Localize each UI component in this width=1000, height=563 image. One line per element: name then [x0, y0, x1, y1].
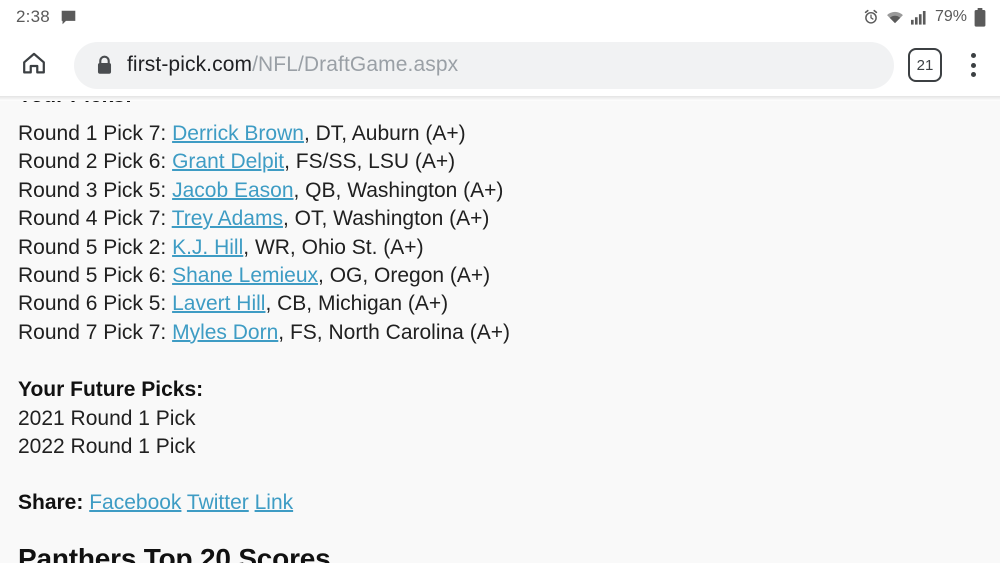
status-bar-right: 79%: [863, 7, 986, 27]
pick-suffix: , QB, Washington (A+): [293, 178, 504, 202]
share-row: Share: Facebook Twitter Link: [18, 489, 1000, 517]
share-facebook-link[interactable]: Facebook: [89, 491, 181, 514]
cellular-signal-icon: [910, 10, 928, 25]
share-label: Share:: [18, 491, 84, 515]
player-link[interactable]: Grant Delpit: [172, 150, 284, 173]
tab-switcher-button[interactable]: 21: [908, 48, 942, 82]
home-button[interactable]: [8, 39, 60, 91]
wifi-icon: [886, 10, 904, 25]
player-link[interactable]: Derrick Brown: [172, 122, 304, 145]
pick-row: Round 3 Pick 5: Jacob Eason, QB, Washing…: [18, 177, 1000, 205]
pick-prefix: Round 7 Pick 7:: [18, 320, 173, 344]
pick-row: Round 7 Pick 7: Myles Dorn, FS, North Ca…: [18, 319, 1000, 347]
lock-icon: [96, 55, 113, 75]
alarm-icon: [863, 9, 879, 25]
battery-percent: 79%: [934, 8, 967, 25]
pick-row: Round 4 Pick 7: Trey Adams, OT, Washingt…: [18, 205, 1000, 233]
picks-list: Round 1 Pick 7: Derrick Brown, DT, Aubur…: [18, 101, 1000, 347]
overflow-menu-icon: [970, 53, 976, 58]
pick-suffix: , FS, North Carolina (A+): [278, 320, 510, 344]
url-bar[interactable]: first-pick.com/NFL/DraftGame.aspx: [74, 41, 894, 89]
pick-row: Round 1 Pick 7: Derrick Brown, DT, Aubur…: [18, 120, 1000, 148]
pick-suffix: , WR, Ohio St. (A+): [243, 235, 424, 259]
overflow-menu-icon-dot3: [970, 72, 976, 77]
future-pick-row: 2021 Round 1 Pick: [18, 406, 196, 430]
message-icon: [60, 9, 77, 26]
pick-row: Round 5 Pick 6: Shane Lemieux, OG, Orego…: [18, 262, 1000, 290]
player-link[interactable]: Jacob Eason: [172, 179, 293, 202]
player-link[interactable]: Trey Adams: [172, 207, 283, 230]
future-pick-row: 2022 Round 1 Pick: [18, 435, 196, 459]
battery-icon: [974, 7, 986, 27]
pick-prefix: Round 5 Pick 6:: [18, 264, 173, 288]
status-bar-left: 2:38: [16, 7, 77, 27]
pick-prefix: Round 3 Pick 5:: [18, 178, 173, 202]
overflow-menu-icon-dot2: [970, 62, 976, 68]
pick-suffix: , CB, Michigan (A+): [265, 292, 449, 316]
player-link[interactable]: Myles Dorn: [172, 321, 278, 344]
pick-suffix: , FS/SS, LSU (A+): [284, 150, 456, 174]
pick-prefix: Round 4 Pick 7:: [18, 207, 172, 231]
pick-prefix: Round 2 Pick 6:: [18, 150, 173, 174]
pick-prefix: Round 6 Pick 5:: [18, 292, 173, 316]
player-link[interactable]: Shane Lemieux: [172, 264, 318, 287]
overflow-menu-button[interactable]: [956, 45, 990, 85]
pick-suffix: , OT, Washington (A+): [282, 207, 490, 231]
pick-row: Round 5 Pick 2: K.J. Hill, WR, Ohio St. …: [18, 234, 1000, 262]
status-clock: 2:38: [16, 7, 50, 26]
pick-suffix: , OG, Oregon (A+): [318, 264, 491, 288]
pick-prefix: Round 5 Pick 2:: [18, 235, 173, 259]
url-path: /NFL/DraftGame.aspx: [252, 53, 459, 76]
home-icon: [20, 49, 48, 82]
pick-row: Round 6 Pick 5: Lavert Hill, CB, Michiga…: [18, 290, 1000, 318]
player-link[interactable]: K.J. Hill: [172, 236, 243, 259]
share-twitter-link[interactable]: Twitter: [187, 491, 249, 514]
page-content: Your Picks: Round 1 Pick 7: Derrick Brow…: [0, 101, 1000, 563]
url-host: first-pick.com: [127, 53, 253, 76]
panthers-scores-heading: Panthers Top 20 Scores: [18, 543, 331, 563]
status-bar: 2:38 79%: [0, 0, 1000, 34]
your-picks-heading: Your Picks:: [18, 101, 132, 108]
url-text: first-pick.com/NFL/DraftGame.aspx: [127, 53, 458, 77]
pick-suffix: , DT, Auburn (A+): [303, 122, 466, 145]
share-copy-link[interactable]: Link: [255, 491, 294, 514]
browser-toolbar: first-pick.com/NFL/DraftGame.aspx 21: [0, 34, 1000, 96]
player-link[interactable]: Lavert Hill: [172, 292, 265, 315]
pick-row: Round 2 Pick 6: Grant Delpit, FS/SS, LSU…: [18, 148, 1000, 176]
pick-prefix: Round 1 Pick 7:: [18, 122, 173, 145]
future-picks-heading: Your Future Picks:: [18, 378, 204, 402]
